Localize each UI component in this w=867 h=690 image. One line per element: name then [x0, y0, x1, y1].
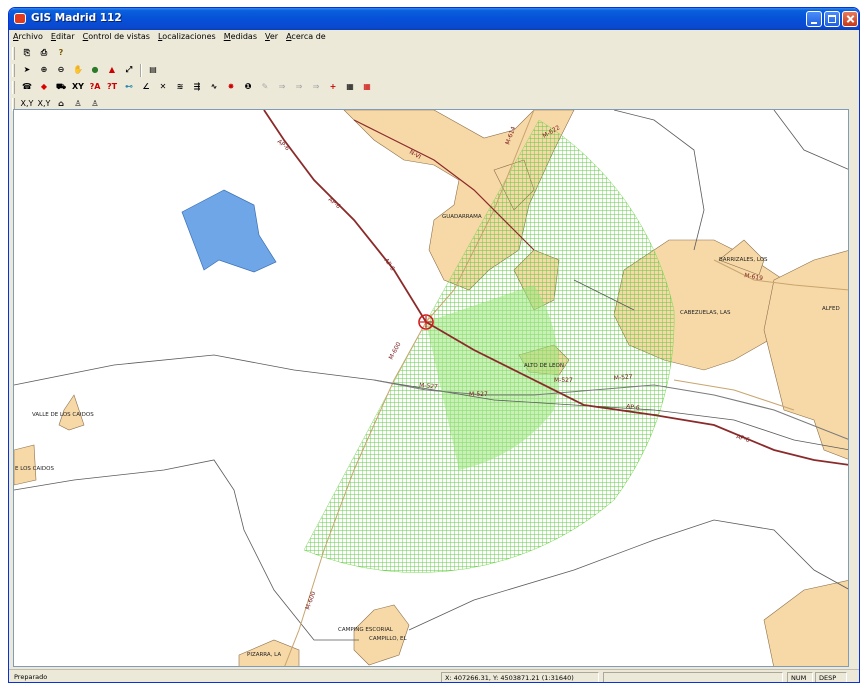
toolbar-tools: ☎ ◆ ⛟ XY ?A ?T ⊷ ∠ ✕ ≋ ⇶ ∿ ✸ ❶ ✎ ⇒ ⇒ ⇒ +…	[12, 79, 374, 95]
road-label-m527-3: M-527	[554, 377, 573, 384]
title-bar[interactable]: GIS Madrid 112	[9, 8, 859, 30]
menu-medidas[interactable]: Medidas	[223, 31, 258, 44]
map-view[interactable]: GUADARRAMA BARRIZALES, LOS CABEZUELAS, L…	[13, 109, 849, 667]
status-num: NUM	[787, 672, 813, 682]
phone-icon[interactable]: ☎	[20, 80, 34, 94]
urban-area-west	[14, 444, 37, 486]
fire-icon[interactable]: ✸	[224, 80, 238, 94]
place-label-barrizales: BARRIZALES, LOS	[719, 257, 768, 263]
info-icon[interactable]: ❶	[241, 80, 255, 94]
place-label-guadarrama: GUADARRAMA	[442, 214, 482, 220]
place-label-cabezuelas: CABEZUELAS, LAS	[680, 310, 731, 316]
road-label-m600-1: M-600	[388, 341, 403, 361]
maximize-button[interactable]	[824, 11, 840, 27]
measure-angle-icon[interactable]: ∠	[139, 80, 153, 94]
toolbar-file: ⎘ ⎙ ?	[12, 45, 68, 61]
copy-icon[interactable]: ⎘	[20, 46, 34, 60]
status-desp: DESP	[815, 672, 847, 682]
cross-icon[interactable]: ✕	[156, 80, 170, 94]
window-title: GIS Madrid 112	[31, 12, 122, 24]
paste-disabled-icon[interactable]: ⇒	[309, 80, 323, 94]
road-label-ap6-5: AP-6	[735, 433, 750, 444]
zoom-in-icon[interactable]: ⊕	[37, 63, 51, 77]
status-bar: Preparado X: 407266.31, Y: 4503871.21 (1…	[9, 669, 859, 682]
copy-disabled-icon[interactable]: ⇒	[292, 80, 306, 94]
urban-area-camping	[353, 604, 410, 666]
place-label-caidos-west: E LOS CAIDOS	[15, 466, 54, 472]
help-icon[interactable]: ?	[54, 46, 68, 60]
status-empty-panel	[603, 672, 783, 682]
urban-area-southeast	[763, 580, 848, 666]
place-label-valle: VALLE DE LOS CAIDOS	[32, 412, 94, 418]
menu-editar[interactable]: Editar	[50, 31, 76, 44]
status-coordinates: X: 407266.31, Y: 4503871.21 (1:31640)	[441, 672, 599, 682]
minimize-button[interactable]	[806, 11, 822, 27]
layers-icon[interactable]: ▤	[146, 63, 160, 77]
place-label-alto-de-leon: ALTO DE LEON	[524, 363, 564, 369]
edit-disabled-icon[interactable]: ✎	[258, 80, 272, 94]
menu-acerca-de[interactable]: Acerca de	[285, 31, 327, 44]
place-label-pizarra: PIZARRA, LA	[247, 652, 281, 658]
menu-localizaciones[interactable]: Localizaciones	[157, 31, 217, 44]
query-text-button[interactable]: ?T	[105, 80, 119, 94]
capture-red-icon[interactable]: ▦	[360, 80, 374, 94]
toolbar-grip[interactable]	[12, 46, 15, 60]
capture-icon[interactable]: ▦	[343, 80, 357, 94]
menu-control-de-vistas[interactable]: Control de vistas	[82, 31, 151, 44]
add-label-icon[interactable]: +	[326, 80, 340, 94]
move-disabled-icon[interactable]: ⇒	[275, 80, 289, 94]
road-label-m527-2: M-527	[469, 391, 488, 398]
query-address-button[interactable]: ?A	[88, 80, 102, 94]
road-label-m600-2: M-600	[304, 590, 317, 610]
map-canvas[interactable]: GUADARRAMA BARRIZALES, LOS CABEZUELAS, L…	[14, 110, 849, 667]
menu-ver[interactable]: Ver	[264, 31, 279, 44]
place-label-campillo: CAMPILLO, EL	[369, 636, 408, 642]
select-arrow-icon[interactable]: ➤	[20, 63, 34, 77]
lake	[181, 189, 277, 273]
toolbar-grip[interactable]	[12, 80, 15, 94]
app-window: GIS Madrid 112 Archivo Editar Control de…	[8, 7, 860, 683]
snap-icon[interactable]: ⇶	[190, 80, 204, 94]
road-label-ap6-1: AP-6	[276, 138, 291, 152]
zoom-full-icon[interactable]: ⤢	[122, 63, 136, 77]
place-label-alfed: ALFED	[822, 306, 840, 312]
globe-icon[interactable]: ●	[88, 63, 102, 77]
close-button[interactable]	[842, 11, 858, 27]
urban-area-alfed	[763, 250, 848, 460]
incident-marker[interactable]	[418, 314, 434, 330]
menu-bar: Archivo Editar Control de vistas Localiz…	[12, 31, 327, 44]
path-icon[interactable]: ∿	[207, 80, 221, 94]
toolbar-grip[interactable]	[12, 63, 15, 77]
xy-button[interactable]: XY	[71, 80, 85, 94]
print-icon[interactable]: ⎙	[37, 46, 51, 60]
route-icon[interactable]: ≋	[173, 80, 187, 94]
app-icon	[14, 13, 26, 24]
buffer-icon[interactable]: ⊷	[122, 80, 136, 94]
place-label-camping: CAMPING ESCORIAL	[338, 627, 394, 633]
road-label-ap6-2: AP-6	[327, 196, 342, 210]
zoom-out-icon[interactable]: ⊖	[54, 63, 68, 77]
menu-archivo[interactable]: Archivo	[12, 31, 44, 44]
status-text: Preparado	[14, 673, 48, 681]
locate-point-icon[interactable]: ◆	[37, 80, 51, 94]
pan-hand-icon[interactable]: ✋	[71, 63, 85, 77]
north-arrow-icon[interactable]: ▲	[105, 63, 119, 77]
toolbar-navigation: ➤ ⊕ ⊖ ✋ ● ▲ ⤢ ▤	[12, 62, 160, 78]
vehicle-icon[interactable]: ⛟	[54, 80, 68, 94]
